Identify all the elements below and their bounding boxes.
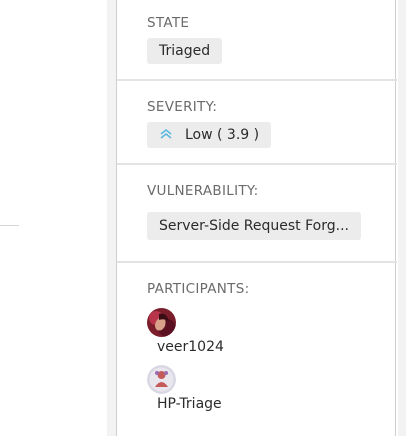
vulnerability-section: VULNERABILITY: Server-Side Request Forg.…: [117, 165, 397, 263]
participant-name[interactable]: HP-Triage: [157, 396, 222, 412]
participants-section: PARTICIPANTS: veer1024 HP-Triage: [117, 263, 397, 436]
state-chip[interactable]: Triaged: [147, 38, 223, 64]
double-chevron-up-icon: [159, 124, 173, 139]
participant-name[interactable]: veer1024: [157, 339, 224, 355]
vulnerability-label: VULNERABILITY:: [147, 183, 259, 199]
divider: [0, 225, 19, 226]
participant-item[interactable]: veer1024: [147, 308, 224, 355]
report-sidebar-page: STATE Triaged SEVERITY: Low ( 3.9 ) VULN…: [0, 0, 406, 436]
gutter: [107, 0, 116, 436]
participant-item[interactable]: HP-Triage: [147, 365, 222, 412]
vulnerability-chip[interactable]: Server-Side Request Forg...: [147, 212, 361, 240]
severity-label: SEVERITY:: [147, 99, 218, 115]
user-avatar[interactable]: [147, 308, 176, 337]
right-strip: [398, 0, 406, 436]
state-section: STATE Triaged: [117, 0, 397, 81]
left-content-area: [0, 0, 107, 436]
report-meta-panel: STATE Triaged SEVERITY: Low ( 3.9 ) VULN…: [116, 0, 397, 436]
state-label: STATE: [147, 15, 190, 31]
triage-avatar[interactable]: [147, 365, 176, 394]
severity-chip[interactable]: Low ( 3.9 ): [147, 122, 272, 148]
participants-label: PARTICIPANTS:: [147, 281, 250, 297]
severity-value: Low ( 3.9 ): [185, 127, 260, 143]
severity-section: SEVERITY: Low ( 3.9 ): [117, 81, 397, 165]
